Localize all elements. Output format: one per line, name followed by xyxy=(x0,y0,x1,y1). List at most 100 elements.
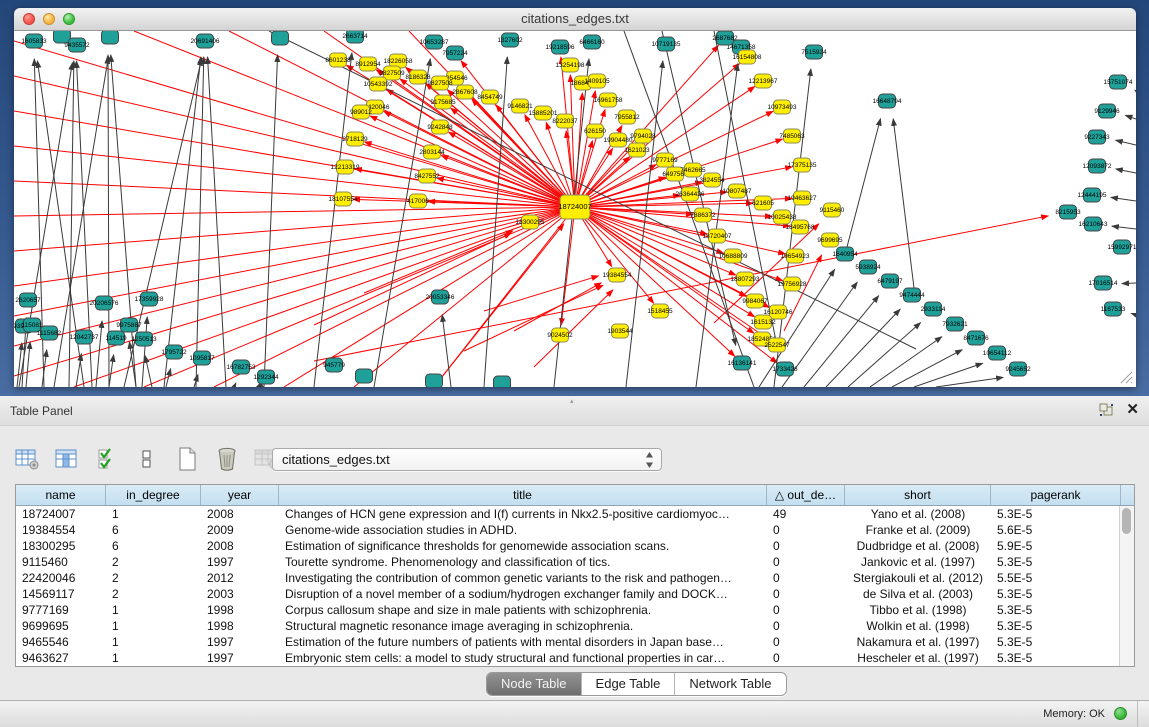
graph-node[interactable]: 17016514 xyxy=(1089,276,1118,290)
network-canvas[interactable]: 1605833943557220691406266371410653287132… xyxy=(14,31,1136,387)
graph-node[interactable]: 2620657 xyxy=(15,293,41,307)
graph-node[interactable]: 26364436 xyxy=(676,187,705,201)
graph-node[interactable]: 10688809 xyxy=(719,249,748,263)
graph-node[interactable]: 15992971 xyxy=(1108,240,1136,254)
graph-node[interactable] xyxy=(426,374,443,387)
graph-node[interactable]: 3824554 xyxy=(699,173,725,187)
graph-node[interactable]: 8215953 xyxy=(1055,205,1081,219)
graph-node[interactable]: 626150 xyxy=(584,124,606,138)
table-row[interactable]: 2242004622012Investigating the contribut… xyxy=(16,570,1134,586)
graph-node[interactable]: 19384554 xyxy=(603,268,632,282)
column-header-name[interactable]: name xyxy=(16,485,106,505)
graph-node[interactable]: 19904480 xyxy=(604,133,633,147)
graph-node[interactable]: 114519 xyxy=(105,331,127,345)
scrollbar-thumb[interactable] xyxy=(1122,508,1131,534)
graph-node[interactable]: 1795722 xyxy=(161,345,187,359)
graph-node[interactable]: 6479197 xyxy=(877,274,903,288)
graph-node[interactable]: 2933114 xyxy=(921,302,946,316)
graph-node[interactable]: 8427552 xyxy=(414,169,440,183)
graph-node[interactable] xyxy=(102,31,119,44)
graph-node[interactable]: 6466160 xyxy=(579,35,605,49)
graph-node[interactable]: 19654923 xyxy=(781,249,810,263)
graph-node[interactable]: 9227343 xyxy=(1084,130,1110,144)
graph-node[interactable]: 9024502 xyxy=(547,328,573,342)
graph-node[interactable]: 945779 xyxy=(323,358,345,372)
graph-node[interactable]: 2718129 xyxy=(342,132,368,146)
vertical-scrollbar[interactable] xyxy=(1119,506,1134,666)
graph-node[interactable]: 15751074 xyxy=(1104,75,1133,89)
graph-node[interactable]: 9175685 xyxy=(430,95,456,109)
graph-node[interactable]: 2663714 xyxy=(342,31,368,43)
graph-node[interactable]: 10719135 xyxy=(652,37,681,51)
graph-node[interactable] xyxy=(272,31,289,45)
table-row[interactable]: 911546021997Tourette syndrome. Phenomeno… xyxy=(16,554,1134,570)
graph-node[interactable]: 16782753 xyxy=(227,360,256,374)
table-selector-combobox[interactable]: citations_edges.txt xyxy=(272,448,662,471)
graph-node[interactable]: 5938924 xyxy=(855,260,881,274)
graph-node[interactable]: 19218596 xyxy=(546,40,575,54)
graph-node[interactable]: 9474444 xyxy=(899,288,925,302)
graph-node[interactable]: 1605833 xyxy=(21,34,47,48)
row-height-icon[interactable] xyxy=(134,446,160,472)
graph-node[interactable]: 10654112 xyxy=(983,346,1012,360)
graph-node[interactable]: 1640954 xyxy=(832,247,858,261)
new-file-icon[interactable] xyxy=(174,446,200,472)
graph-node[interactable]: 19463627 xyxy=(788,191,817,205)
graph-node[interactable]: 7485063 xyxy=(779,129,805,143)
graph-node[interactable]: 7955812 xyxy=(614,110,640,124)
graph-node[interactable]: 1327602 xyxy=(497,33,523,47)
column-header-pagerank[interactable]: pagerank xyxy=(991,485,1121,505)
graph-node[interactable]: 19756928 xyxy=(778,277,807,291)
column-header-year[interactable]: year xyxy=(201,485,279,505)
table-row[interactable]: 1830029562008Estimation of significance … xyxy=(16,538,1134,554)
graph-node[interactable]: 989012 xyxy=(350,105,372,119)
table-row[interactable]: 946554611997Estimation of the future num… xyxy=(16,634,1134,650)
graph-node[interactable]: 1903544 xyxy=(607,324,633,338)
tab-edge-table[interactable]: Edge Table xyxy=(582,673,676,695)
tab-node-table[interactable]: Node Table xyxy=(487,673,582,695)
window-titlebar[interactable]: citations_edges.txt xyxy=(14,8,1136,31)
graph-node[interactable]: 1292344 xyxy=(253,370,279,384)
column-header-title[interactable]: title xyxy=(279,485,767,505)
graph-node[interactable]: 417006 xyxy=(407,194,429,208)
graph-node[interactable]: 17359928 xyxy=(135,292,164,306)
table-row[interactable]: 1456911722003Disruption of a novel membe… xyxy=(16,586,1134,602)
graph-node[interactable]: 20053346 xyxy=(426,290,455,304)
graph-node[interactable]: 13254198 xyxy=(556,58,585,72)
graph-node[interactable]: 9245652 xyxy=(1005,362,1031,376)
graph-node[interactable]: 18107554 xyxy=(329,192,358,206)
delete-icon[interactable] xyxy=(214,446,240,472)
table-row[interactable]: 1938455462009Genome-wide association stu… xyxy=(16,522,1134,538)
graph-node[interactable]: 12213319 xyxy=(331,160,360,174)
tab-network-table[interactable]: Network Table xyxy=(675,673,785,695)
table-row[interactable]: 1872400712008Changes of HCN gene express… xyxy=(16,506,1134,522)
graph-node[interactable]: 12213967 xyxy=(749,74,778,88)
graph-node[interactable]: 8471676 xyxy=(963,331,989,345)
graph-node[interactable]: 7886372 xyxy=(690,208,716,222)
graph-node[interactable]: 8454749 xyxy=(477,90,503,104)
graph-node[interactable]: 16136141 xyxy=(728,356,757,370)
table-row[interactable]: 969969511998Structural magnetic resonanc… xyxy=(16,618,1134,634)
graph-node[interactable]: 1115682 xyxy=(37,326,62,340)
column-visibility-icon[interactable] xyxy=(54,446,80,472)
graph-node[interactable] xyxy=(356,369,373,383)
close-panel-icon[interactable]: ✕ xyxy=(1126,402,1139,418)
graph-node[interactable]: 17375135 xyxy=(788,158,817,172)
graph-node[interactable]: 7932621 xyxy=(942,317,968,331)
graph-node[interactable]: 20206576 xyxy=(90,296,119,310)
select-attributes-icon[interactable] xyxy=(94,446,120,472)
graph-node[interactable] xyxy=(494,376,511,387)
memory-ok-indicator[interactable] xyxy=(1114,707,1127,720)
graph-node[interactable]: 7957224 xyxy=(442,46,468,60)
table-options-icon[interactable] xyxy=(14,446,40,472)
graph-node[interactable]: 9115460 xyxy=(820,203,845,217)
graph-node[interactable]: 7515924 xyxy=(801,45,827,59)
splitter-handle-icon[interactable]: ▴ xyxy=(570,397,574,405)
table-row[interactable]: 946362711997Embryonic stem cells: a mode… xyxy=(16,650,1134,666)
graph-node[interactable]: 8601238 xyxy=(325,53,351,67)
graph-node[interactable]: 12093872 xyxy=(1083,159,1112,173)
graph-node[interactable]: 1095817 xyxy=(189,351,215,365)
graph-node[interactable]: 16961758 xyxy=(594,93,623,107)
float-panel-icon[interactable] xyxy=(1099,403,1114,417)
graph-node[interactable]: 1518455 xyxy=(647,304,673,318)
